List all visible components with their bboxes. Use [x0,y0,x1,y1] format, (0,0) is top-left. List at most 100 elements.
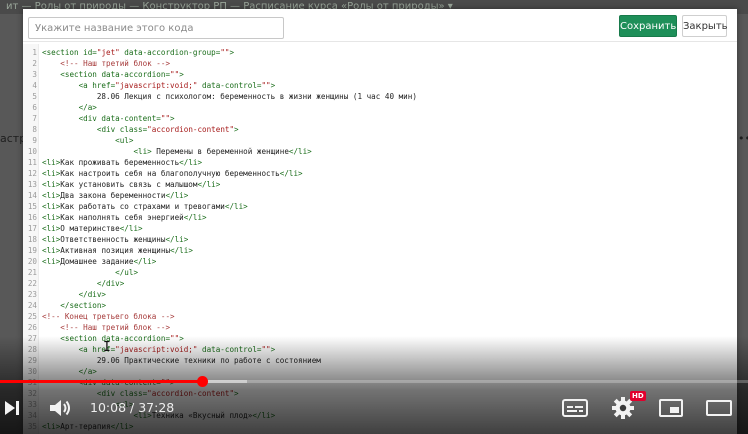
code-line[interactable]: 14 <li>Два закона беременности</li> [23,190,737,201]
code-token: </a> [78,367,97,376]
code-line[interactable]: 16 <li>Как наполнять себя энергией</li> [23,212,737,223]
code-token: Домашнее задание [60,257,134,266]
code-token: "javascript:void;" [115,345,198,354]
code-line[interactable]: 13 <li>Как установить связь с малышом</li… [23,179,737,190]
subtitles-button[interactable] [558,390,592,426]
code-text: <li>О материнстве</li> [42,223,143,234]
miniplayer-button[interactable] [654,390,688,426]
code-token: > [229,48,235,57]
code-line[interactable]: 27 <section data-accordion=""> [23,333,737,344]
code-line[interactable]: 24 </section> [23,300,737,311]
code-token: <li> [42,257,61,266]
code-line[interactable]: 5 28.06 Лекция с психологом: беременност… [23,91,737,102]
code-line[interactable]: 17 <li>О материнстве</li> [23,223,737,234]
code-text: <ul> [42,135,133,146]
code-line[interactable]: 6 </a> [23,102,737,113]
line-number: 6 [32,103,37,112]
code-line[interactable]: 30 </a> [23,366,737,377]
code-token: <li> [42,180,61,189]
code-token: </li> [133,257,157,266]
line-number: 20 [27,257,37,266]
code-text: <section data-accordion=""> [42,333,183,344]
code-line[interactable]: 12 <li>Как настроить себя на благополучну… [23,168,737,179]
code-text: </div> [42,278,124,289]
code-line[interactable]: 11 <li>Как проживать беременность</li> [23,157,737,168]
current-time: 10:08 [90,400,127,415]
time-display: 10:08 / 37:28 [90,400,174,415]
code-token: "jet" [96,48,120,57]
code-text: <div class="accordion-content"> [42,124,239,135]
code-token: > [270,81,276,90]
code-token: <li> [42,224,61,233]
code-text: <section id="jet" data-accordion-group="… [42,47,234,58]
code-token: </li> [170,246,193,255]
code-editor-modal: Сохранить Закрыть 1 <section id="jet" dat… [23,9,737,434]
theater-mode-button[interactable] [702,390,736,426]
code-token: </li> [288,147,312,156]
code-text: </ul> [42,267,138,278]
code-line[interactable]: 28 <a href="javascript:void;" data-contr… [23,344,737,355]
code-line[interactable]: 26 <!-- Наш третий блок --> [23,322,737,333]
code-line[interactable]: 23 </div> [23,289,737,300]
code-line[interactable]: 1 <section id="jet" data-accordion-group=… [23,47,737,58]
code-lines[interactable]: 1 <section id="jet" data-accordion-group=… [23,47,737,432]
line-number: 16 [27,213,37,222]
volume-button[interactable] [44,390,76,426]
miniplayer-icon [659,399,683,417]
save-button[interactable]: Сохранить [619,15,677,37]
code-token: data-control= [197,81,262,90]
code-line[interactable]: 3 <section data-accordion=""> [23,69,737,80]
code-token: </li> [119,224,143,233]
progress-bar[interactable] [0,376,748,387]
code-line[interactable]: 19 <li>Активная позиция женщины</li> [23,245,737,256]
progress-scrubber-handle[interactable] [196,376,208,387]
code-line[interactable]: 21 </ul> [23,267,737,278]
code-token: "" [160,114,171,123]
line-number: 1 [32,48,37,57]
code-token: <!-- Конец третьего блока --> [42,312,175,321]
line-number: 23 [27,290,37,299]
next-button[interactable] [0,390,24,426]
code-token: </li> [165,191,189,200]
line-number: 29 [27,356,37,365]
code-token: > [234,125,239,134]
code-token: <li> [42,213,61,222]
code-token: <!-- Наш третий блок --> [60,323,171,332]
code-token: Активная позиция женщины [60,246,171,255]
code-line[interactable]: 25 <!-- Конец третьего блока --> [23,311,737,322]
code-token: </div> [96,279,125,288]
code-title-input[interactable] [28,17,284,39]
code-token: Перемены в беременной женщине [151,147,289,156]
code-line[interactable]: 9 <ul> [23,135,737,146]
line-number: 25 [27,312,37,321]
code-line[interactable]: 20 <li>Домашнее задание</li> [23,256,737,267]
code-text: <!-- Наш третий блок --> [42,58,170,69]
code-token: "" [170,70,180,79]
code-text: <li>Два закона беременности</li> [42,190,188,201]
code-line[interactable]: 15 <li>Как работать со страхами и тревога… [23,201,737,212]
code-line[interactable]: 2 <!-- Наш третий блок --> [23,58,737,69]
code-line[interactable]: 18 <li>Ответственность женщины</li> [23,234,737,245]
close-button[interactable]: Закрыть [682,15,728,37]
time-separator: / [126,400,139,415]
code-text: <!-- Конец третьего блока --> [42,311,175,322]
modal-header: Сохранить Закрыть [23,9,737,42]
code-line[interactable]: 4 <a href="javascript:void;" data-contro… [23,80,737,91]
code-line[interactable]: 29 29.06 Практические техники по работе … [23,355,737,366]
line-number: 8 [32,125,37,134]
code-line[interactable]: 22 </div> [23,278,737,289]
code-line[interactable]: 8 <div class="accordion-content"> [23,124,737,135]
line-number: 9 [32,136,37,145]
line-number: 14 [27,191,37,200]
line-number: 18 [27,235,37,244]
code-text: <section data-accordion=""> [42,69,183,80]
code-line[interactable]: 10 <li> Перемены в беременной женщине</l… [23,146,737,157]
code-token: <li> [42,169,61,178]
code-line[interactable]: 7 <div data-content=""> [23,113,737,124]
code-editor[interactable]: 1 <section id="jet" data-accordion-group=… [23,44,737,434]
code-token: <li> [42,235,61,244]
